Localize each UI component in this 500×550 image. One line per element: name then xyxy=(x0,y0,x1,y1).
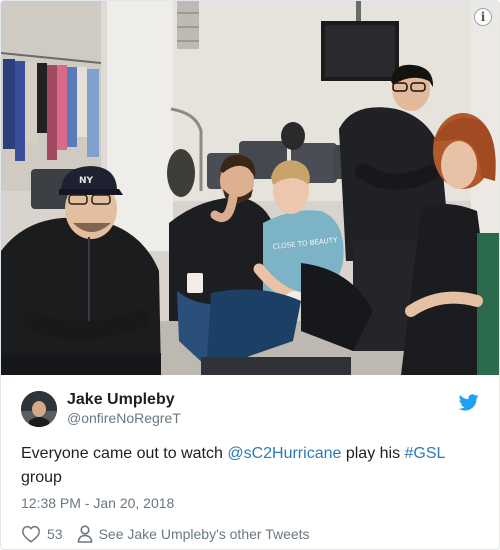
mention-link[interactable]: @sC2Hurricane xyxy=(227,445,341,462)
avatar-image xyxy=(21,391,57,427)
like-count: 53 xyxy=(47,526,63,542)
tweet-text-part: play his xyxy=(341,445,405,462)
other-tweets-label: See Jake Umpleby's other Tweets xyxy=(98,526,310,542)
cap-logo: NY xyxy=(79,176,94,186)
tweet-timestamp[interactable]: 12:38 PM - Jan 20, 2018 xyxy=(21,495,479,511)
person-icon xyxy=(77,525,92,543)
other-tweets-link[interactable]: See Jake Umpleby's other Tweets xyxy=(77,525,310,543)
tweet-text-part: group xyxy=(21,469,62,486)
tweet-text: Everyone came out to watch @sC2Hurricane… xyxy=(21,442,471,490)
heart-icon xyxy=(22,525,40,543)
avatar[interactable] xyxy=(21,391,57,427)
tweet-photo[interactable]: NY CLOSE TO BEAUTY i xyxy=(1,1,499,375)
hashtag-link[interactable]: #GSL xyxy=(405,445,445,462)
screen-name[interactable]: @onfireNoRegreT xyxy=(67,409,181,428)
tweet-text-part: Everyone came out to watch xyxy=(21,445,228,462)
photo-scene: NY CLOSE TO BEAUTY xyxy=(1,1,499,375)
display-name[interactable]: Jake Umpleby xyxy=(67,390,181,409)
tweet-header: Jake Umpleby @onfireNoRegreT xyxy=(21,389,479,429)
user-names: Jake Umpleby @onfireNoRegreT xyxy=(67,390,181,428)
info-icon[interactable]: i xyxy=(474,8,492,26)
tweet-card: NY CLOSE TO BEAUTY i Jake Umpleby @onfir… xyxy=(0,0,500,550)
twitter-bird-icon[interactable] xyxy=(458,394,479,416)
tweet-actions: 53 See Jake Umpleby's other Tweets xyxy=(21,525,479,543)
tweet-body: Jake Umpleby @onfireNoRegreT Everyone ca… xyxy=(1,375,499,543)
like-button[interactable]: 53 xyxy=(21,525,63,543)
